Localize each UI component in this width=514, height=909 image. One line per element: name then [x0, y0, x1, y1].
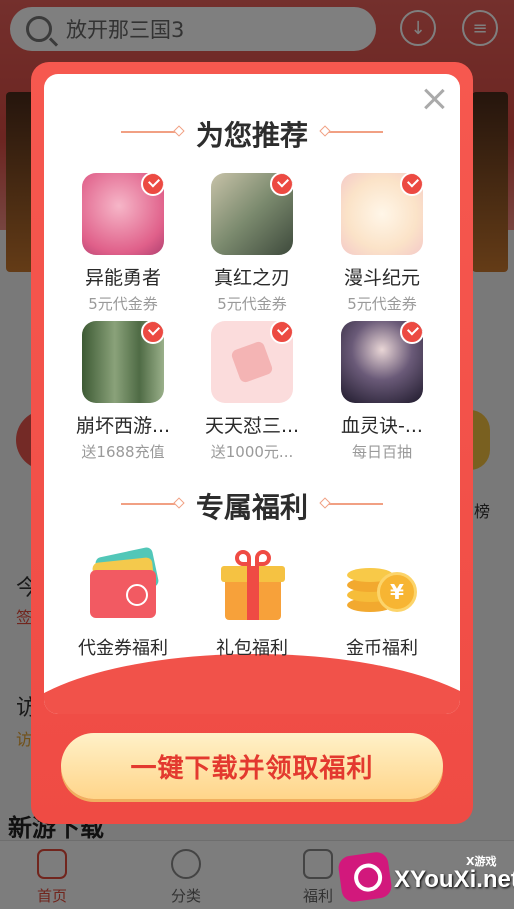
check-icon[interactable]	[270, 173, 293, 196]
check-icon[interactable]	[400, 173, 423, 196]
check-icon[interactable]	[270, 321, 293, 344]
check-icon[interactable]	[141, 321, 164, 344]
title-decoration-right	[319, 497, 383, 509]
game-benefit: 5元代金券	[347, 295, 417, 313]
watermark-text: XYouXi.net	[394, 866, 514, 893]
game-benefit: 送1688充值	[81, 443, 165, 461]
game-icon	[211, 173, 293, 255]
card-wave-decoration	[44, 654, 460, 714]
game-benefit: 每日百抽	[351, 443, 412, 461]
perk-voucher: 代金券福利	[58, 546, 188, 660]
check-icon[interactable]	[141, 173, 164, 196]
game-name: 崩坏西游...	[75, 415, 171, 437]
game-icon	[82, 173, 164, 255]
perk-label: 代金券福利	[78, 638, 168, 659]
game-card-5[interactable]: 天天怼三... 送1000元...	[192, 321, 312, 462]
cta-label: 一键下载并领取福利	[130, 753, 374, 784]
game-name: 异能勇者	[84, 267, 161, 289]
site-watermark: X游戏 XYouXi.net	[337, 850, 514, 906]
perk-gift: 礼包福利	[187, 546, 317, 660]
download-and-claim-button[interactable]: 一键下载并领取福利	[61, 733, 443, 799]
game-icon	[82, 321, 164, 403]
welfare-modal: 为您推荐 异能勇者 5元代金券 真红之刃 5元代金券 漫斗纪元 5元代金券 崩坏…	[31, 62, 473, 824]
gold-coins-icon: ¥	[339, 546, 425, 626]
perk-coins: ¥ 金币福利	[317, 546, 447, 660]
game-benefit: 5元代金券	[217, 295, 287, 313]
perk-label: 礼包福利	[216, 638, 288, 659]
game-card-3[interactable]: 漫斗纪元 5元代金券	[322, 173, 442, 314]
voucher-icon	[80, 546, 166, 626]
game-benefit: 送1000元...	[210, 443, 294, 461]
game-name: 血灵诀-...	[341, 415, 423, 437]
game-name: 天天怼三...	[204, 415, 300, 437]
game-name: 真红之刃	[213, 267, 290, 289]
game-card-2[interactable]: 真红之刃 5元代金券	[192, 173, 312, 314]
game-icon	[341, 321, 423, 403]
game-card-6[interactable]: 血灵诀-... 每日百抽	[322, 321, 442, 462]
title-decoration-right	[319, 125, 383, 137]
game-name: 漫斗纪元	[343, 267, 420, 289]
gift-box-icon	[209, 546, 295, 626]
game-icon	[211, 321, 293, 403]
perks-title: 专属福利	[195, 491, 308, 524]
recommend-title: 为您推荐	[195, 119, 308, 152]
game-card-4[interactable]: 崩坏西游... 送1688充值	[63, 321, 183, 462]
game-card-1[interactable]: 异能勇者 5元代金券	[63, 173, 183, 314]
check-icon[interactable]	[400, 321, 423, 344]
game-benefit: 5元代金券	[88, 295, 158, 313]
perk-label: 金币福利	[346, 638, 418, 659]
watermark-logo-icon	[337, 850, 393, 904]
game-icon	[341, 173, 423, 255]
close-icon[interactable]	[423, 88, 445, 110]
